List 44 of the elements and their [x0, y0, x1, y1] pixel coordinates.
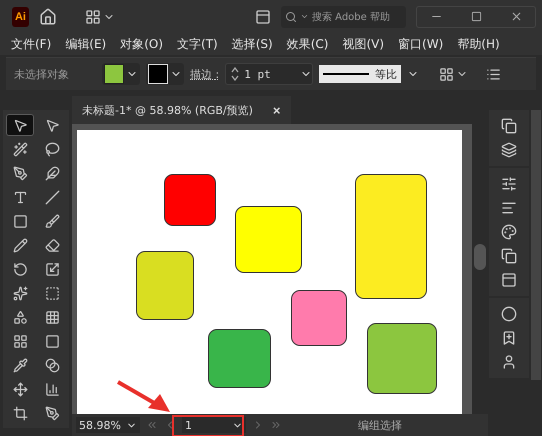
menu-item[interactable]: 编辑(E): [58, 36, 114, 52]
search-field[interactable]: 搜索 Adobe 帮助: [280, 6, 406, 28]
annotation-arrow: [116, 380, 172, 414]
fill-dropdown[interactable]: [102, 63, 140, 85]
panel-scrollbar[interactable]: [531, 110, 541, 380]
layers-icon[interactable]: [501, 142, 517, 158]
search-icon: [284, 10, 297, 22]
properties-icon[interactable]: [501, 176, 517, 192]
scrollbar-thumb[interactable]: [474, 244, 486, 270]
app-logo: Ai: [12, 6, 29, 26]
menu-icon[interactable]: [486, 66, 502, 82]
menu-item[interactable]: 选择(S): [224, 36, 280, 52]
menu-item[interactable]: 对象(O): [113, 36, 170, 52]
current-tool-label: 编组选择: [358, 418, 402, 432]
selection-status: 未选择对象: [14, 66, 70, 82]
transparency-icon[interactable]: [501, 306, 517, 322]
stroke-weight-field[interactable]: 1 pt: [225, 63, 314, 85]
menu-item[interactable]: 窗口(W): [391, 36, 450, 52]
menu-item[interactable]: 文字(T): [170, 36, 225, 52]
menu-item[interactable]: 帮助(H): [450, 36, 507, 52]
stroke-swatch: [148, 64, 168, 84]
stroke-profile-dropdown[interactable]: 等比: [319, 65, 402, 83]
menu-item[interactable]: 效果(C): [280, 36, 336, 52]
fill-swatch: [104, 64, 124, 84]
home-icon[interactable]: [38, 8, 57, 26]
close-button[interactable]: ×: [272, 102, 280, 118]
panel-icon[interactable]: [254, 8, 271, 24]
artboard-field[interactable]: 1: [182, 417, 246, 433]
user-icon[interactable]: [501, 354, 517, 370]
libraries-icon[interactable]: [501, 330, 517, 346]
menu-item[interactable]: 文件(F): [4, 36, 58, 52]
selection-icon[interactable]: [6, 114, 34, 136]
spinner-arrows-icon[interactable]: [231, 67, 240, 81]
artboards-icon[interactable]: [501, 118, 517, 134]
highlight-box: [172, 415, 244, 436]
workspace-switcher[interactable]: [84, 8, 115, 24]
stroke-label: 描边 :: [190, 66, 220, 82]
align-icon[interactable]: [501, 200, 517, 216]
caret-icon: [300, 12, 309, 21]
menu-item[interactable]: 视图(V): [335, 36, 392, 52]
stroke-dropdown[interactable]: [146, 63, 184, 85]
swatches-icon[interactable]: [501, 224, 517, 240]
zoom-field[interactable]: 58.98%: [76, 417, 140, 433]
document-tab[interactable]: 未标题-1* @ 58.98% (RGB/预览) ×: [72, 96, 290, 124]
